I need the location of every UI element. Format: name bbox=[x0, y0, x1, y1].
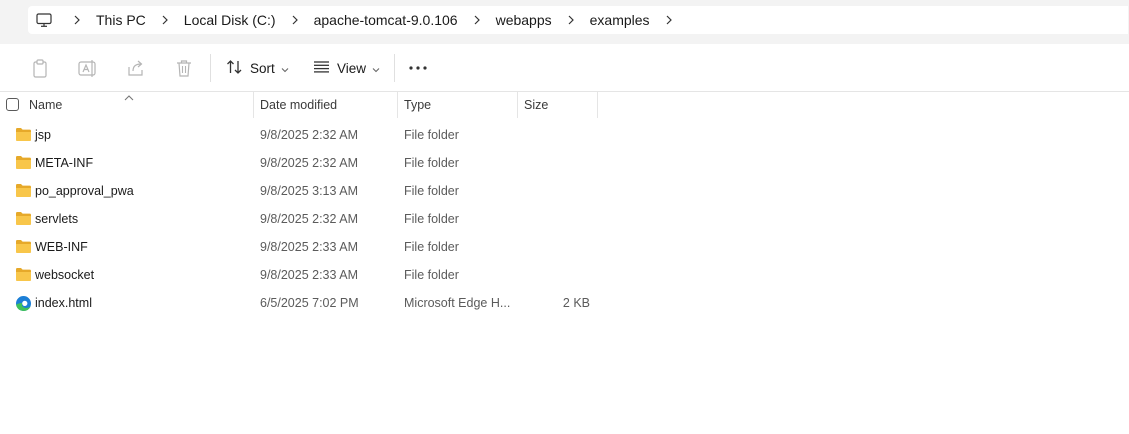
toolbar-divider bbox=[210, 54, 211, 82]
column-header-type[interactable]: Type bbox=[404, 92, 517, 118]
folder-icon bbox=[15, 127, 32, 143]
sort-label: Sort bbox=[250, 60, 275, 76]
file-size bbox=[518, 261, 590, 289]
folder-icon bbox=[15, 155, 32, 171]
column-separator[interactable] bbox=[397, 92, 398, 118]
folder-icon bbox=[15, 211, 32, 227]
breadcrumb-this-pc[interactable]: This PC bbox=[96, 12, 146, 28]
file-type: File folder bbox=[404, 184, 459, 198]
file-size bbox=[518, 121, 590, 149]
folder-icon bbox=[15, 239, 32, 255]
file-size bbox=[518, 233, 590, 261]
column-header-name[interactable]: Name bbox=[29, 92, 253, 118]
file-date: 9/8/2025 2:32 AM bbox=[260, 156, 358, 170]
file-name: servlets bbox=[35, 212, 79, 226]
file-date: 9/8/2025 2:33 AM bbox=[260, 268, 358, 282]
toolbar-divider bbox=[394, 54, 395, 82]
file-type: File folder bbox=[404, 156, 459, 170]
delete-icon[interactable] bbox=[174, 58, 194, 78]
file-name: po_approval_pwa bbox=[35, 184, 134, 198]
breadcrumb-examples[interactable]: examples bbox=[590, 12, 650, 28]
view-icon bbox=[313, 60, 330, 77]
file-row-po-approval-pwa[interactable]: po_approval_pwa 9/8/2025 3:13 AM File fo… bbox=[0, 177, 1129, 205]
chevron-right-icon[interactable] bbox=[458, 15, 496, 25]
command-bar: Sort View bbox=[0, 44, 1129, 92]
select-all-checkbox[interactable] bbox=[6, 98, 19, 111]
file-size bbox=[518, 205, 590, 233]
file-size: 2 KB bbox=[562, 296, 590, 310]
address-bar: This PC Local Disk (C:) apache-tomcat-9.… bbox=[0, 0, 1129, 44]
chevron-right-icon[interactable] bbox=[58, 15, 96, 25]
sort-button[interactable]: Sort bbox=[226, 56, 289, 80]
edge-html-icon bbox=[15, 295, 32, 311]
chevron-right-icon[interactable] bbox=[146, 15, 184, 25]
breadcrumb-webapps[interactable]: webapps bbox=[496, 12, 552, 28]
share-icon[interactable] bbox=[126, 58, 146, 78]
file-name: websocket bbox=[35, 268, 95, 282]
file-name: index.html bbox=[35, 296, 92, 310]
file-name: META-INF bbox=[35, 156, 94, 170]
file-size bbox=[518, 149, 590, 177]
view-label: View bbox=[337, 60, 367, 76]
file-name: WEB-INF bbox=[35, 240, 88, 254]
file-row-jsp[interactable]: jsp 9/8/2025 2:32 AM File folder bbox=[0, 121, 1129, 149]
file-date: 9/8/2025 2:33 AM bbox=[260, 240, 358, 254]
file-name: jsp bbox=[35, 128, 51, 142]
file-type: Microsoft Edge H... bbox=[404, 296, 511, 310]
file-type: File folder bbox=[404, 128, 459, 142]
chevron-right-icon[interactable] bbox=[650, 15, 688, 25]
chevron-right-icon[interactable] bbox=[552, 15, 590, 25]
breadcrumb[interactable]: This PC Local Disk (C:) apache-tomcat-9.… bbox=[28, 6, 1128, 34]
file-date: 9/8/2025 2:32 AM bbox=[260, 128, 358, 142]
file-size bbox=[518, 177, 590, 205]
column-header-size[interactable]: Size bbox=[524, 92, 597, 118]
file-row-servlets[interactable]: servlets 9/8/2025 2:32 AM File folder bbox=[0, 205, 1129, 233]
file-type: File folder bbox=[404, 212, 459, 226]
sort-icon bbox=[226, 59, 243, 78]
file-row-web-inf[interactable]: WEB-INF 9/8/2025 2:33 AM File folder bbox=[0, 233, 1129, 261]
folder-icon bbox=[15, 183, 32, 199]
file-date: 6/5/2025 7:02 PM bbox=[260, 296, 359, 310]
paste-icon[interactable] bbox=[30, 58, 50, 78]
file-row-meta-inf[interactable]: META-INF 9/8/2025 2:32 AM File folder bbox=[0, 149, 1129, 177]
chevron-down-icon bbox=[372, 61, 380, 76]
file-date: 9/8/2025 3:13 AM bbox=[260, 184, 358, 198]
file-type: File folder bbox=[404, 268, 459, 282]
file-row-index-html[interactable]: index.html 6/5/2025 7:02 PM Microsoft Ed… bbox=[0, 289, 1129, 317]
more-options-icon[interactable] bbox=[408, 58, 428, 78]
column-separator[interactable] bbox=[517, 92, 518, 118]
view-button[interactable]: View bbox=[313, 56, 380, 80]
column-header-date-modified[interactable]: Date modified bbox=[260, 92, 397, 118]
rename-icon[interactable] bbox=[78, 58, 98, 78]
file-type: File folder bbox=[404, 240, 459, 254]
file-list: jsp 9/8/2025 2:32 AM File folder META-IN… bbox=[0, 121, 1129, 317]
column-separator[interactable] bbox=[253, 92, 254, 118]
breadcrumb-local-disk[interactable]: Local Disk (C:) bbox=[184, 12, 276, 28]
column-separator[interactable] bbox=[597, 92, 598, 118]
breadcrumb-tomcat[interactable]: apache-tomcat-9.0.106 bbox=[314, 12, 458, 28]
column-header: Name Date modified Type Size bbox=[0, 92, 1129, 118]
chevron-right-icon[interactable] bbox=[276, 15, 314, 25]
file-date: 9/8/2025 2:32 AM bbox=[260, 212, 358, 226]
file-row-websocket[interactable]: websocket 9/8/2025 2:33 AM File folder bbox=[0, 261, 1129, 289]
this-pc-icon[interactable] bbox=[30, 12, 58, 28]
chevron-down-icon bbox=[281, 61, 289, 76]
folder-icon bbox=[15, 267, 32, 283]
